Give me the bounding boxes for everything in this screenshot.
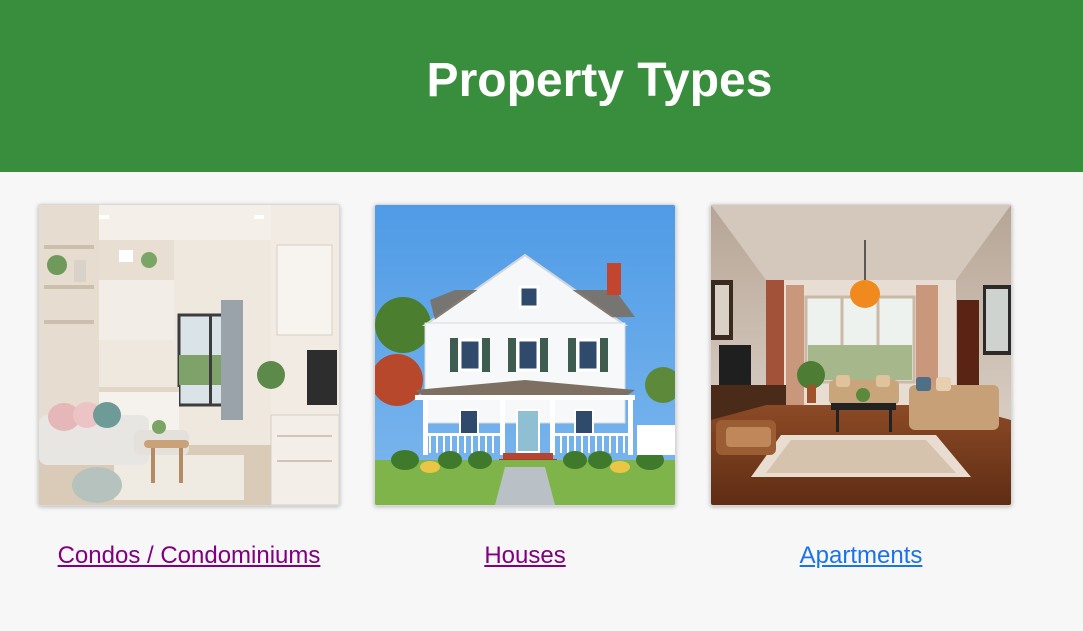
condo-interior-illustration xyxy=(39,205,339,505)
apartment-interior-illustration xyxy=(711,205,1011,505)
property-card-houses: Houses xyxy=(374,204,676,570)
house-exterior-illustration xyxy=(375,205,675,505)
page-title: Property Types xyxy=(426,53,773,107)
condos-link[interactable]: Condos / Condominiums xyxy=(58,542,321,569)
apartment-interior-image[interactable] xyxy=(710,204,1012,506)
apartments-link[interactable]: Apartments xyxy=(800,542,923,569)
house-exterior-image[interactable] xyxy=(374,204,676,506)
page-header: Property Types xyxy=(0,0,1083,172)
property-card-condos: Condos / Condominiums xyxy=(38,204,340,570)
houses-link[interactable]: Houses xyxy=(484,542,565,569)
condo-interior-image[interactable] xyxy=(38,204,340,506)
property-card-apartments: Apartments xyxy=(710,204,1012,570)
property-types-grid: Condos / Condominiums Houses Apartments xyxy=(0,172,1083,631)
